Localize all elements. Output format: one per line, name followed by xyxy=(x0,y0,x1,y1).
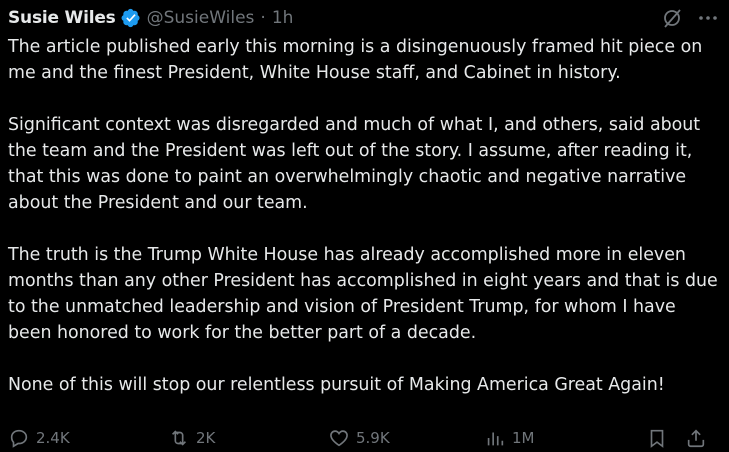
post-actions: 2.4K 2K 5.9K 1M xyxy=(8,426,721,450)
more-icon[interactable] xyxy=(697,7,719,29)
reply-icon xyxy=(10,429,28,448)
like-count: 5.9K xyxy=(356,429,390,447)
post-time[interactable]: 1h xyxy=(272,8,294,28)
repost-button[interactable]: 2K xyxy=(168,427,215,449)
bookmark-button[interactable] xyxy=(646,427,674,449)
repost-icon xyxy=(171,430,187,446)
views-icon xyxy=(487,432,504,446)
grok-icon[interactable] xyxy=(661,7,683,29)
views-button[interactable]: 1M xyxy=(484,427,535,449)
bookmark-icon xyxy=(650,429,664,448)
header-actions xyxy=(661,6,719,30)
share-icon xyxy=(687,429,705,448)
separator-dot: · xyxy=(260,8,266,28)
author-handle[interactable]: @SusieWiles xyxy=(147,8,255,28)
like-button[interactable]: 5.9K xyxy=(328,427,390,449)
views-count: 1M xyxy=(512,429,535,447)
post-text: The article published early this morning… xyxy=(8,37,718,395)
post-header: Susie Wiles @SusieWiles · 1h xyxy=(8,6,719,30)
author-name[interactable]: Susie Wiles xyxy=(8,8,116,28)
reply-button[interactable]: 2.4K xyxy=(8,427,70,449)
verified-badge-icon[interactable] xyxy=(121,8,141,28)
heart-icon xyxy=(330,430,348,447)
share-button[interactable] xyxy=(685,427,713,449)
repost-count: 2K xyxy=(196,429,216,447)
reply-count: 2.4K xyxy=(36,429,70,447)
